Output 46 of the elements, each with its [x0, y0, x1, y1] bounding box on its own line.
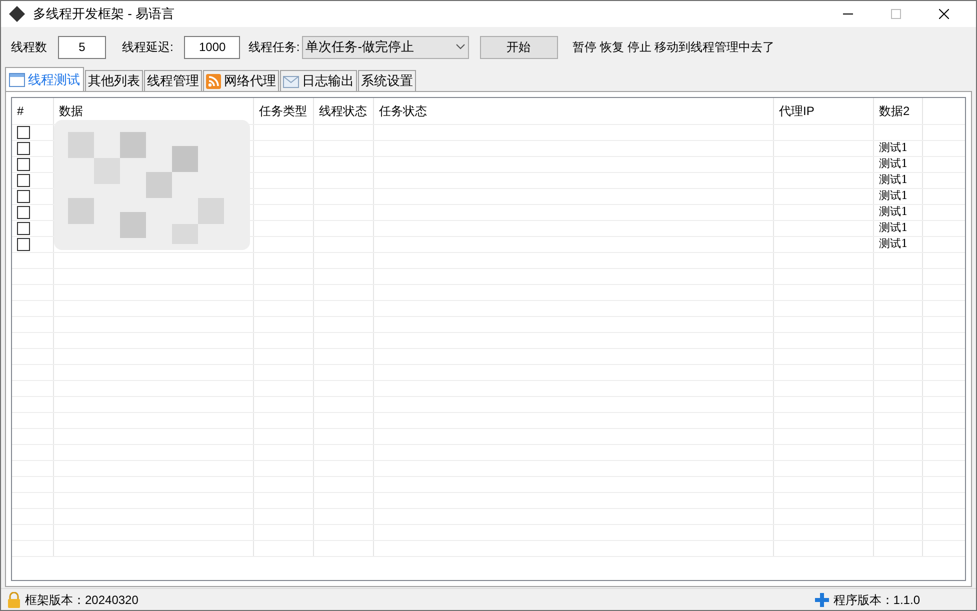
framework-version: 框架版本：20240320 — [25, 592, 138, 608]
plus-icon — [815, 592, 830, 606]
table-cell-text: 测试1 — [879, 172, 908, 188]
thread-count-label: 线程数 — [11, 39, 47, 56]
table-cell-text: 测试1 — [879, 236, 908, 252]
thread-count-field[interactable]: 5 — [58, 36, 106, 58]
row-checkbox[interactable] — [17, 222, 30, 235]
tab[interactable]: 日志输出 — [280, 70, 357, 91]
column-header[interactable]: # — [12, 98, 54, 124]
task-dropdown[interactable]: 单次任务-做完停止 — [302, 36, 469, 58]
column-header[interactable]: 任务类型 — [254, 98, 314, 124]
table-cell-text: 测试1 — [879, 156, 908, 172]
row-checkbox[interactable] — [17, 158, 30, 171]
table-cell-text: 测试1 — [879, 188, 908, 204]
row-checkbox[interactable] — [17, 142, 30, 155]
row-checkbox[interactable] — [17, 206, 30, 219]
table-cell-text: 测试1 — [879, 220, 908, 236]
row-checkbox[interactable] — [17, 174, 30, 187]
row-checkbox[interactable] — [17, 126, 30, 139]
app-icon — [9, 6, 25, 22]
chevron-down-icon — [456, 44, 465, 50]
row-checkbox[interactable] — [17, 190, 30, 203]
delay-field[interactable]: 1000 — [184, 36, 240, 58]
program-version: 程序版本：1.1.0 — [833, 592, 920, 608]
task-label: 线程任务: — [248, 39, 300, 56]
rss-icon — [206, 74, 221, 88]
window-title: 多线程开发框架 - 易语言 — [33, 5, 175, 24]
tab[interactable]: 网络代理 — [203, 70, 279, 91]
lock-icon — [7, 592, 21, 608]
column-header[interactable]: 任务状态 — [374, 98, 774, 124]
column-header[interactable]: 线程状态 — [314, 98, 374, 124]
delay-label: 线程延迟: — [122, 39, 174, 56]
row-checkbox[interactable] — [17, 238, 30, 251]
column-header[interactable]: 数据2 — [874, 98, 923, 124]
tab[interactable]: 系统设置 — [358, 70, 416, 91]
hint-text: 暂停 恢复 停止 移动到线程管理中去了 — [572, 39, 775, 56]
tab[interactable]: 线程测试 — [5, 67, 84, 91]
column-header[interactable]: 代理IP — [774, 98, 874, 124]
window-icon — [9, 72, 25, 86]
table-cell-text: 测试1 — [879, 204, 908, 220]
tab[interactable]: 其他列表 — [85, 70, 143, 91]
table-cell-text: 测试1 — [879, 140, 908, 156]
tab[interactable]: 线程管理 — [144, 70, 202, 91]
close-icon[interactable] — [939, 9, 949, 19]
envelope-icon — [283, 74, 299, 88]
start-button[interactable]: 开始 — [480, 36, 558, 58]
